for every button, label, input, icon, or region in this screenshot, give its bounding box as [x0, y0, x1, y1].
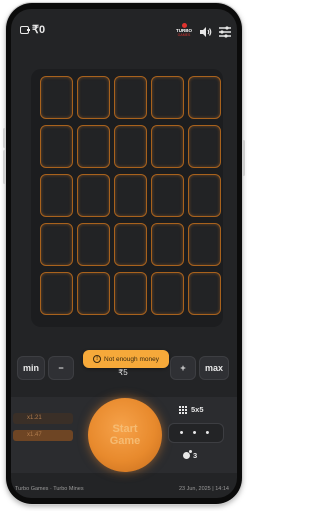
bet-amount: ₹5 [118, 368, 128, 377]
toast-message: Not enough money [104, 355, 159, 363]
mine-tile[interactable] [40, 174, 73, 217]
balance: ₹0 [20, 23, 45, 36]
mines-count: 3 [193, 451, 198, 460]
phone-side-button [242, 140, 245, 176]
mine-tile[interactable] [151, 125, 184, 168]
mine-tile[interactable] [114, 174, 147, 217]
logo-subtext: GAMES [177, 33, 191, 37]
game-screen: ₹0 TURBO GAMES min − ₹5 + max ! Not enou… [11, 9, 237, 498]
multiplier-history: x1.21 x1.47 [11, 403, 75, 463]
speaker-icon[interactable] [199, 26, 213, 38]
mine-tile[interactable] [188, 223, 221, 266]
mines-count-selector[interactable]: 3 [183, 450, 198, 460]
mine-tile[interactable] [40, 223, 73, 266]
mines-board [31, 69, 223, 327]
datetime-text: 23 Jun, 2025 | 14:14 [178, 486, 229, 492]
mine-tile[interactable] [77, 76, 110, 119]
turbo-games-logo: TURBO GAMES [174, 23, 194, 37]
menu-icon[interactable] [218, 26, 232, 38]
mine-tile[interactable] [40, 125, 73, 168]
mine-tile[interactable] [114, 223, 147, 266]
more-options-button[interactable]: • • • [168, 423, 224, 443]
tile-grid [40, 76, 221, 315]
decrease-bet-button[interactable]: − [48, 356, 74, 380]
game-provider-text: Turbo Games · Turbo Mines [15, 486, 84, 492]
wallet-icon [20, 25, 30, 34]
mine-tile[interactable] [40, 76, 73, 119]
mine-tile[interactable] [188, 125, 221, 168]
mine-tile[interactable] [114, 76, 147, 119]
not-enough-money-toast: ! Not enough money [83, 350, 169, 368]
mine-tile[interactable] [77, 272, 110, 315]
grid-icon [179, 405, 187, 414]
mine-tile[interactable] [114, 125, 147, 168]
history-item: x1.21 [13, 413, 73, 424]
mine-icon [183, 450, 192, 459]
start-game-button[interactable]: Start Game [88, 398, 162, 472]
mine-tile[interactable] [114, 272, 147, 315]
start-game-label: Start Game [109, 423, 141, 447]
grid-size-selector[interactable]: 5x5 [179, 405, 204, 414]
mine-tile[interactable] [151, 174, 184, 217]
header: ₹0 TURBO GAMES [11, 9, 237, 43]
mine-tile[interactable] [188, 174, 221, 217]
max-bet-button[interactable]: max [199, 356, 229, 380]
phone-side-button [3, 128, 6, 148]
phone-side-button [3, 150, 6, 184]
increase-bet-button[interactable]: + [170, 356, 196, 380]
balance-amount: ₹0 [32, 24, 46, 36]
mine-tile[interactable] [188, 76, 221, 119]
mine-tile[interactable] [151, 272, 184, 315]
min-bet-button[interactable]: min [17, 356, 45, 380]
history-item: x1.47 [13, 430, 73, 441]
footer: Turbo Games · Turbo Mines 23 Jun, 2025 |… [11, 483, 237, 497]
info-icon: ! [93, 355, 102, 363]
mine-tile[interactable] [77, 223, 110, 266]
mine-tile[interactable] [77, 174, 110, 217]
mine-tile[interactable] [188, 272, 221, 315]
mine-tile[interactable] [151, 76, 184, 119]
mine-tile[interactable] [40, 272, 73, 315]
mine-tile[interactable] [77, 125, 110, 168]
grid-size-value: 5x5 [191, 405, 204, 414]
mine-tile[interactable] [151, 223, 184, 266]
